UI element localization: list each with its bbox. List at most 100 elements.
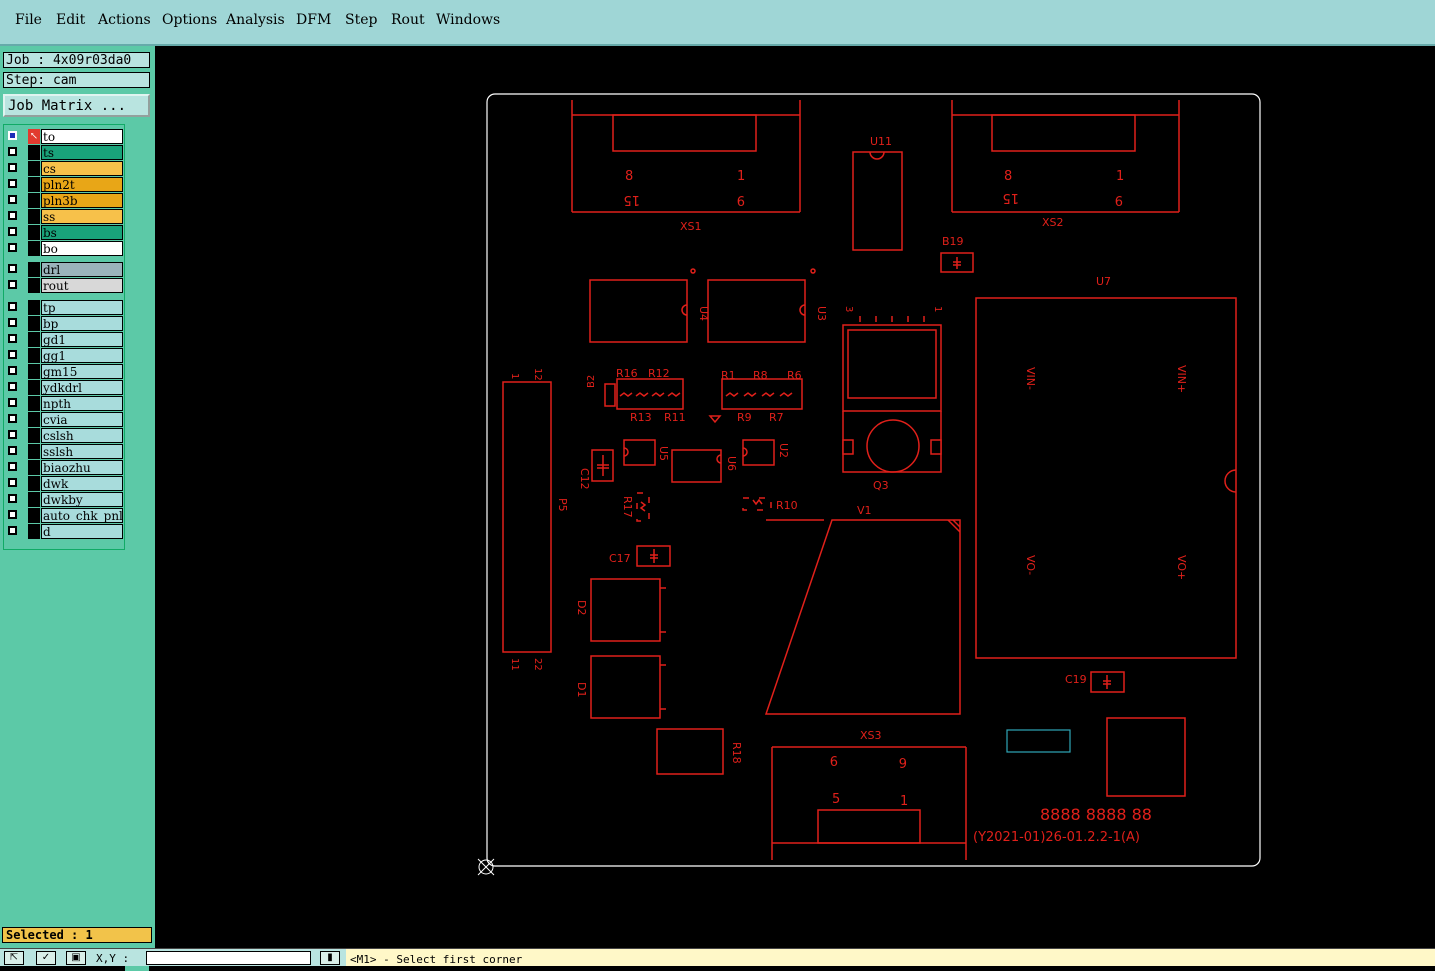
layer-name[interactable]: tp [41,300,123,315]
layer-checkbox[interactable] [8,131,17,140]
layer-name[interactable]: pln3b [41,193,123,208]
layer-checkbox[interactable] [8,382,17,391]
layer-name[interactable]: bp [41,316,123,331]
layer-checkbox[interactable] [8,414,17,423]
layer-row-npth[interactable]: npth [6,396,124,411]
layer-row-biaozhu[interactable]: biaozhu [6,460,124,475]
menu-actions[interactable]: Actions [98,12,151,28]
layer-checkbox[interactable] [8,195,17,204]
snap-icon[interactable]: ▣ [66,951,86,965]
layer-name[interactable]: dwk [41,476,123,491]
layer-row-bo[interactable]: bo [6,241,124,256]
work-layer-icon[interactable]: ↖ [28,129,40,144]
layer-checkbox[interactable] [8,510,17,519]
menu-rout[interactable]: Rout [391,12,425,28]
menu-windows[interactable]: Windows [436,12,500,28]
pcb-drawing[interactable]: XS1 XS2 XS3 U11 B19 U7 R16 R12 R13 R11 R… [155,46,1435,948]
layer-row-cslsh[interactable]: cslsh [6,428,124,443]
layer-name[interactable]: bo [41,241,123,256]
layer-row-bp[interactable]: bp [6,316,124,331]
layer-checkbox[interactable] [8,478,17,487]
layer-name[interactable]: d [41,524,123,539]
layer-row-d[interactable]: d [6,524,124,539]
layer-checkbox[interactable] [8,163,17,172]
layer-spacer [28,396,40,411]
layer-spacer [28,316,40,331]
layer-checkbox[interactable] [8,462,17,471]
menu-options[interactable]: Options [162,12,217,28]
layer-name[interactable]: rout [41,278,123,293]
menu-edit[interactable]: Edit [56,12,85,28]
pin-icon[interactable]: ▮ [320,951,340,965]
layer-checkbox[interactable] [8,243,17,252]
layer-name[interactable]: sslsh [41,444,123,459]
layer-row-gg1[interactable]: gg1 [6,348,124,363]
layer-name[interactable]: npth [41,396,123,411]
layer-name[interactable]: ydkdrl [41,380,123,395]
xy-input[interactable] [146,951,311,965]
layer-name[interactable]: cs [41,161,123,176]
layer-row-ydkdrl[interactable]: ydkdrl [6,380,124,395]
layer-name[interactable]: to [41,129,123,144]
layer-row-cvia[interactable]: cvia [6,412,124,427]
menu-analysis[interactable]: Analysis [226,12,285,28]
layer-row-rout[interactable]: rout [6,278,124,293]
layer-row-drl[interactable]: drl [6,262,124,277]
layer-name[interactable]: pln2t [41,177,123,192]
layer-name[interactable]: ts [41,145,123,160]
layer-row-pln3b[interactable]: pln3b [6,193,124,208]
layer-row-cs[interactable]: cs [6,161,124,176]
xs1-connector [571,100,801,213]
menu-dfm[interactable]: DFM [296,12,331,28]
check-icon[interactable]: ✓ [36,951,56,965]
layer-checkbox[interactable] [8,211,17,220]
layer-checkbox[interactable] [8,318,17,327]
layer-row-gm15[interactable]: gm15 [6,364,124,379]
layer-checkbox[interactable] [8,366,17,375]
layer-row-bs[interactable]: bs [6,225,124,240]
layer-checkbox[interactable] [8,227,17,236]
menu-step[interactable]: Step [345,12,377,28]
layer-row-auto-chk-pnl[interactable]: auto_chk_pnl [6,508,124,523]
layer-name[interactable]: gg1 [41,348,123,363]
layer-name[interactable]: cvia [41,412,123,427]
layer-row-to[interactable]: ↖ to [6,129,124,144]
layer-checkbox[interactable] [8,334,17,343]
layer-checkbox[interactable] [8,147,17,156]
layer-row-dwk[interactable]: dwk [6,476,124,491]
layer-checkbox[interactable] [8,280,17,289]
select-tool-icon[interactable]: ⇱ [4,951,24,965]
layer-row-tp[interactable]: tp [6,300,124,315]
layer-spacer [28,460,40,475]
layer-checkbox[interactable] [8,430,17,439]
layer-checkbox[interactable] [8,446,17,455]
layer-row-sslsh[interactable]: sslsh [6,444,124,459]
job-matrix-button[interactable]: Job Matrix ... [3,94,150,117]
layer-row-ss[interactable]: ss [6,209,124,224]
layer-name[interactable]: bs [41,225,123,240]
layer-spacer [28,145,40,160]
layer-checkbox[interactable] [8,302,17,311]
menu-file[interactable]: File [15,12,42,28]
layer-checkbox[interactable] [8,398,17,407]
layer-checkbox[interactable] [8,264,17,273]
layer-checkbox[interactable] [8,526,17,535]
layer-row-ts[interactable]: ts [6,145,124,160]
layer-row-gd1[interactable]: gd1 [6,332,124,347]
layer-name[interactable]: ss [41,209,123,224]
layer-name[interactable]: gd1 [41,332,123,347]
layer-checkbox[interactable] [8,179,17,188]
layer-name[interactable]: cslsh [41,428,123,443]
layer-name[interactable]: drl [41,262,123,277]
c12-cap [591,449,614,482]
layer-name[interactable]: auto_chk_pnl [41,508,123,523]
layer-checkbox[interactable] [8,494,17,503]
graphic-canvas[interactable]: XS1 XS2 XS3 U11 B19 U7 R16 R12 R13 R11 R… [155,46,1435,948]
layer-name[interactable]: dwkby [41,492,123,507]
layer-name[interactable]: gm15 [41,364,123,379]
layer-name[interactable]: biaozhu [41,460,123,475]
side-panel: Job : 4x09r03da0 Step: cam Job Matrix ..… [0,46,156,971]
layer-checkbox[interactable] [8,350,17,359]
layer-row-dwkby[interactable]: dwkby [6,492,124,507]
layer-row-pln2t[interactable]: pln2t [6,177,124,192]
